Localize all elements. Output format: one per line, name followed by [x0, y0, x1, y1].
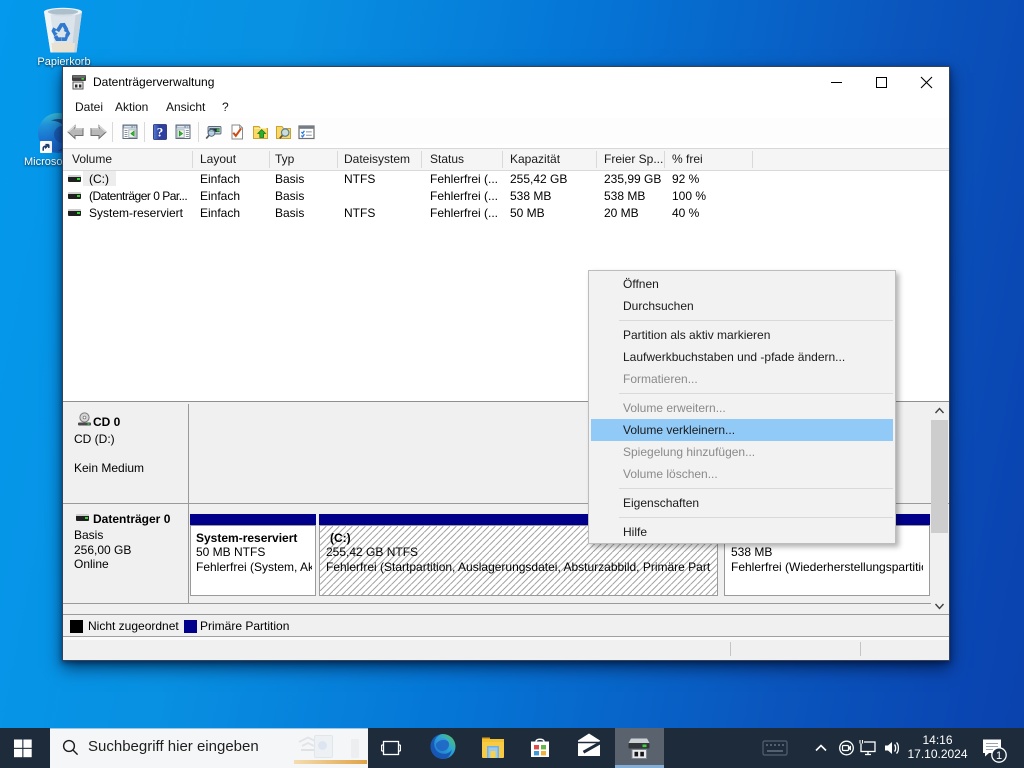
svg-text:1: 1 — [996, 750, 1002, 762]
svg-text:?: ? — [157, 125, 164, 140]
